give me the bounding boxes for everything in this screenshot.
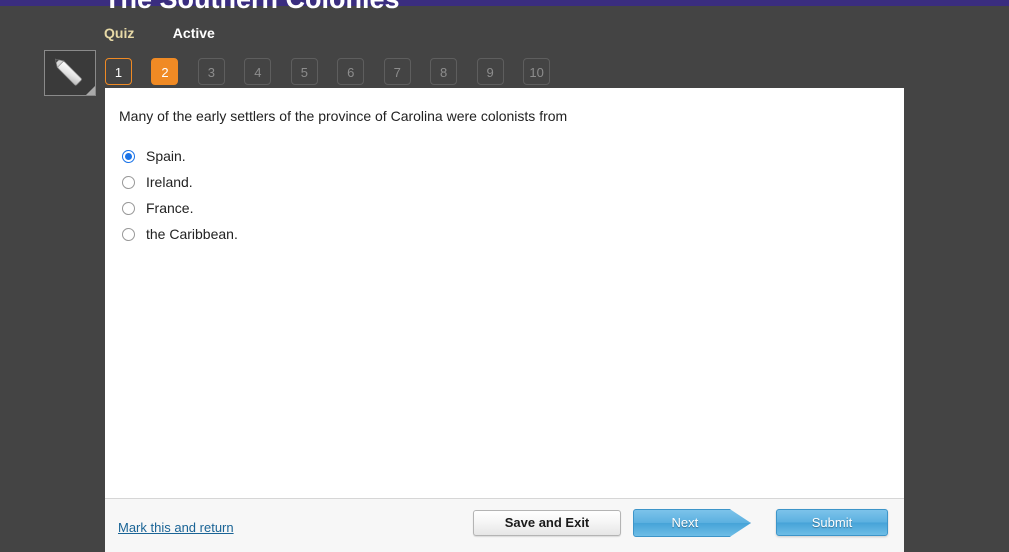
question-button-8[interactable]: 8 (430, 58, 458, 85)
next-button-label: Next (671, 515, 699, 530)
page-title: The Southern Colonies (104, 0, 400, 15)
radio-button-2[interactable] (122, 175, 135, 189)
answer-option-2[interactable]: Ireland. (122, 169, 238, 195)
answer-option-4-label[interactable]: the Caribbean. (146, 226, 238, 242)
resize-handle-icon (86, 86, 95, 95)
next-button[interactable]: Next (633, 509, 751, 537)
radio-button-3[interactable] (122, 201, 135, 215)
tab-active[interactable]: Active (173, 25, 215, 41)
question-button-10[interactable]: 10 (523, 58, 551, 85)
answer-option-4[interactable]: the Caribbean. (122, 221, 238, 247)
submit-button[interactable]: Submit (776, 509, 888, 536)
question-panel: Many of the early settlers of the provin… (105, 88, 904, 498)
question-pager: 1 2 3 4 5 6 7 8 9 10 (105, 58, 565, 85)
radio-button-4[interactable] (122, 227, 135, 241)
answer-options: Spain. Ireland. France. the Caribbean. (122, 143, 238, 247)
answer-option-3-label[interactable]: France. (146, 200, 193, 216)
pencil-tool-button[interactable] (44, 50, 96, 96)
question-button-6[interactable]: 6 (337, 58, 365, 85)
quiz-footer: Mark this and return Save and Exit Next … (105, 498, 904, 552)
question-button-1[interactable]: 1 (105, 58, 132, 85)
mark-this-and-return-link[interactable]: Mark this and return (118, 520, 234, 535)
answer-option-1[interactable]: Spain. (122, 143, 238, 169)
answer-option-3[interactable]: France. (122, 195, 238, 221)
quiz-page: The Southern Colonies Quiz Active 1 (0, 0, 1009, 552)
answer-option-2-label[interactable]: Ireland. (146, 174, 193, 190)
question-button-2[interactable]: 2 (151, 58, 179, 85)
question-button-9[interactable]: 9 (476, 58, 504, 85)
answer-option-1-label[interactable]: Spain. (146, 148, 186, 164)
quiz-subnav: Quiz Active (104, 25, 215, 45)
question-text: Many of the early settlers of the provin… (119, 108, 568, 124)
question-panel-body: Many of the early settlers of the provin… (105, 88, 904, 498)
question-button-7[interactable]: 7 (383, 58, 411, 85)
question-button-3[interactable]: 3 (197, 58, 225, 85)
tab-quiz[interactable]: Quiz (104, 25, 134, 41)
question-button-4[interactable]: 4 (244, 58, 272, 85)
save-and-exit-button[interactable]: Save and Exit (473, 510, 621, 536)
radio-button-1[interactable] (122, 149, 135, 163)
question-button-5[interactable]: 5 (290, 58, 318, 85)
